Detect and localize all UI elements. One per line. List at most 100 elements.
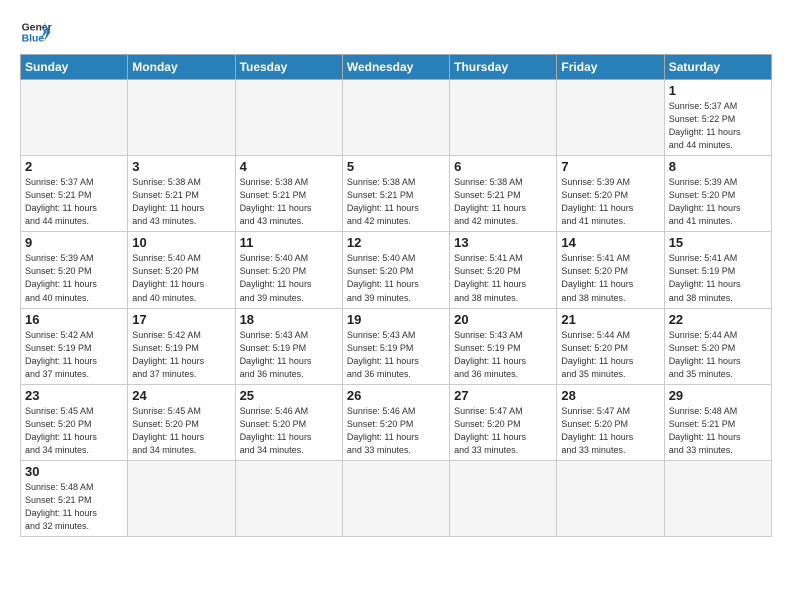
day-number: 19 [347, 312, 445, 327]
day-info: Sunrise: 5:44 AM Sunset: 5:20 PM Dayligh… [669, 329, 767, 381]
page: General Blue SundayMondayTuesdayWednesda… [0, 0, 792, 612]
day-info: Sunrise: 5:45 AM Sunset: 5:20 PM Dayligh… [25, 405, 123, 457]
day-info: Sunrise: 5:39 AM Sunset: 5:20 PM Dayligh… [25, 252, 123, 304]
calendar-cell: 1Sunrise: 5:37 AM Sunset: 5:22 PM Daylig… [664, 80, 771, 156]
calendar-cell: 8Sunrise: 5:39 AM Sunset: 5:20 PM Daylig… [664, 156, 771, 232]
day-number: 5 [347, 159, 445, 174]
day-number: 22 [669, 312, 767, 327]
day-info: Sunrise: 5:46 AM Sunset: 5:20 PM Dayligh… [240, 405, 338, 457]
calendar-cell: 15Sunrise: 5:41 AM Sunset: 5:19 PM Dayli… [664, 232, 771, 308]
day-info: Sunrise: 5:38 AM Sunset: 5:21 PM Dayligh… [347, 176, 445, 228]
calendar-week-row: 9 Sunrise: 5:39 AM Sunset: 5:20 PM Daylig… [21, 232, 772, 308]
calendar-week-row: 30Sunrise: 5:48 AM Sunset: 5:21 PM Dayli… [21, 460, 772, 536]
day-info: Sunrise: 5:39 AM Sunset: 5:20 PM Dayligh… [669, 176, 767, 228]
day-number: 3 [132, 159, 230, 174]
calendar-cell [342, 460, 449, 536]
day-info: Sunrise: 5:42 AM Sunset: 5:19 PM Dayligh… [132, 329, 230, 381]
generalblue-logo-icon: General Blue [20, 16, 52, 48]
day-number: 21 [561, 312, 659, 327]
day-number: 10 [132, 235, 230, 250]
day-info: Sunrise: 5:48 AM Sunset: 5:21 PM Dayligh… [669, 405, 767, 457]
calendar-cell: 6 Sunrise: 5:38 AM Sunset: 5:21 PM Daylig… [450, 156, 557, 232]
day-info: Sunrise: 5:46 AM Sunset: 5:20 PM Dayligh… [347, 405, 445, 457]
day-number: 9 [25, 235, 123, 250]
day-info: Sunrise: 5:41 AM Sunset: 5:20 PM Dayligh… [454, 252, 552, 304]
day-info: Sunrise: 5:38 AM Sunset: 5:21 PM Dayligh… [240, 176, 338, 228]
day-info: Sunrise: 5:41 AM Sunset: 5:20 PM Dayligh… [561, 252, 659, 304]
calendar-cell: 30Sunrise: 5:48 AM Sunset: 5:21 PM Dayli… [21, 460, 128, 536]
weekday-header-monday: Monday [128, 55, 235, 80]
day-info: Sunrise: 5:38 AM Sunset: 5:21 PM Dayligh… [132, 176, 230, 228]
calendar-cell: 21 Sunrise: 5:44 AM Sunset: 5:20 PM Dayli… [557, 308, 664, 384]
calendar-cell: 22 Sunrise: 5:44 AM Sunset: 5:20 PM Dayli… [664, 308, 771, 384]
day-info: Sunrise: 5:47 AM Sunset: 5:20 PM Dayligh… [561, 405, 659, 457]
calendar-cell: 24 Sunrise: 5:45 AM Sunset: 5:20 PM Dayli… [128, 384, 235, 460]
day-number: 20 [454, 312, 552, 327]
day-info: Sunrise: 5:48 AM Sunset: 5:21 PM Dayligh… [25, 481, 123, 533]
day-number: 6 [454, 159, 552, 174]
calendar-cell: 9 Sunrise: 5:39 AM Sunset: 5:20 PM Daylig… [21, 232, 128, 308]
day-info: Sunrise: 5:38 AM Sunset: 5:21 PM Dayligh… [454, 176, 552, 228]
calendar-cell [450, 80, 557, 156]
calendar-cell: 7Sunrise: 5:39 AM Sunset: 5:20 PM Daylig… [557, 156, 664, 232]
day-number: 14 [561, 235, 659, 250]
calendar-cell: 14 Sunrise: 5:41 AM Sunset: 5:20 PM Dayli… [557, 232, 664, 308]
calendar-cell: 3 Sunrise: 5:38 AM Sunset: 5:21 PM Daylig… [128, 156, 235, 232]
weekday-header-wednesday: Wednesday [342, 55, 449, 80]
weekday-header-friday: Friday [557, 55, 664, 80]
calendar-table: SundayMondayTuesdayWednesdayThursdayFrid… [20, 54, 772, 537]
calendar-cell [342, 80, 449, 156]
day-number: 26 [347, 388, 445, 403]
day-number: 23 [25, 388, 123, 403]
day-number: 17 [132, 312, 230, 327]
calendar-cell: 27Sunrise: 5:47 AM Sunset: 5:20 PM Dayli… [450, 384, 557, 460]
calendar-cell: 2 Sunrise: 5:37 AM Sunset: 5:21 PM Daylig… [21, 156, 128, 232]
day-number: 2 [25, 159, 123, 174]
day-info: Sunrise: 5:43 AM Sunset: 5:19 PM Dayligh… [240, 329, 338, 381]
calendar-week-row: 16 Sunrise: 5:42 AM Sunset: 5:19 PM Dayli… [21, 308, 772, 384]
calendar-cell [664, 460, 771, 536]
day-info: Sunrise: 5:47 AM Sunset: 5:20 PM Dayligh… [454, 405, 552, 457]
day-info: Sunrise: 5:44 AM Sunset: 5:20 PM Dayligh… [561, 329, 659, 381]
header: General Blue [20, 16, 772, 48]
weekday-header-sunday: Sunday [21, 55, 128, 80]
day-info: Sunrise: 5:40 AM Sunset: 5:20 PM Dayligh… [132, 252, 230, 304]
calendar-cell: 13 Sunrise: 5:41 AM Sunset: 5:20 PM Dayli… [450, 232, 557, 308]
day-number: 25 [240, 388, 338, 403]
weekday-header-row: SundayMondayTuesdayWednesdayThursdayFrid… [21, 55, 772, 80]
day-info: Sunrise: 5:40 AM Sunset: 5:20 PM Dayligh… [240, 252, 338, 304]
calendar-cell: 23 Sunrise: 5:45 AM Sunset: 5:20 PM Dayli… [21, 384, 128, 460]
calendar-cell: 12Sunrise: 5:40 AM Sunset: 5:20 PM Dayli… [342, 232, 449, 308]
day-number: 4 [240, 159, 338, 174]
weekday-header-saturday: Saturday [664, 55, 771, 80]
calendar-cell [128, 460, 235, 536]
weekday-header-thursday: Thursday [450, 55, 557, 80]
day-info: Sunrise: 5:37 AM Sunset: 5:21 PM Dayligh… [25, 176, 123, 228]
calendar-cell: 26 Sunrise: 5:46 AM Sunset: 5:20 PM Dayli… [342, 384, 449, 460]
calendar-cell: 25 Sunrise: 5:46 AM Sunset: 5:20 PM Dayli… [235, 384, 342, 460]
calendar-cell [450, 460, 557, 536]
calendar-cell [235, 460, 342, 536]
weekday-header-tuesday: Tuesday [235, 55, 342, 80]
calendar-cell: 10 Sunrise: 5:40 AM Sunset: 5:20 PM Dayli… [128, 232, 235, 308]
day-number: 13 [454, 235, 552, 250]
day-number: 24 [132, 388, 230, 403]
calendar-cell: 20 Sunrise: 5:43 AM Sunset: 5:19 PM Dayli… [450, 308, 557, 384]
calendar-week-row: 23 Sunrise: 5:45 AM Sunset: 5:20 PM Dayli… [21, 384, 772, 460]
day-info: Sunrise: 5:41 AM Sunset: 5:19 PM Dayligh… [669, 252, 767, 304]
calendar-cell: 29 Sunrise: 5:48 AM Sunset: 5:21 PM Dayli… [664, 384, 771, 460]
calendar-cell [235, 80, 342, 156]
day-number: 7 [561, 159, 659, 174]
day-number: 29 [669, 388, 767, 403]
calendar-cell: 19 Sunrise: 5:43 AM Sunset: 5:19 PM Dayli… [342, 308, 449, 384]
day-number: 18 [240, 312, 338, 327]
day-number: 28 [561, 388, 659, 403]
calendar-cell: 16Sunrise: 5:42 AM Sunset: 5:19 PM Dayli… [21, 308, 128, 384]
day-info: Sunrise: 5:43 AM Sunset: 5:19 PM Dayligh… [454, 329, 552, 381]
day-info: Sunrise: 5:45 AM Sunset: 5:20 PM Dayligh… [132, 405, 230, 457]
calendar-week-row: 2 Sunrise: 5:37 AM Sunset: 5:21 PM Daylig… [21, 156, 772, 232]
day-number: 16 [25, 312, 123, 327]
logo: General Blue [20, 16, 52, 48]
calendar-cell: 18 Sunrise: 5:43 AM Sunset: 5:19 PM Dayli… [235, 308, 342, 384]
day-info: Sunrise: 5:43 AM Sunset: 5:19 PM Dayligh… [347, 329, 445, 381]
